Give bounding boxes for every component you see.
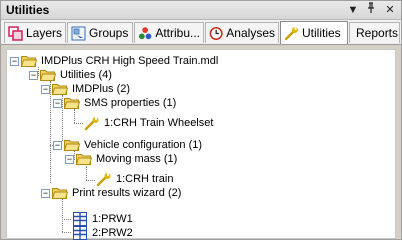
folder-open-icon	[40, 70, 56, 81]
tree-node-vehicle-configuration[interactable]: − Vehicle configuration (1)	[53, 138, 203, 152]
tree-node-prw1[interactable]: 1:PRW1	[72, 212, 134, 226]
tree-node-label: Moving mass (1)	[96, 153, 178, 165]
close-button[interactable]: ✕	[383, 2, 397, 18]
utilities-icon	[284, 26, 298, 40]
folder-open-icon	[64, 140, 80, 151]
collapse-toggle[interactable]: −	[65, 154, 74, 164]
groups-icon	[71, 26, 86, 40]
analyses-icon	[209, 26, 223, 40]
tree-connector	[62, 232, 71, 233]
tree-node-sms-properties[interactable]: − SMS properties (1)	[53, 96, 177, 110]
folder-open-icon	[52, 84, 68, 95]
tab-layers-label: Layers	[25, 26, 62, 40]
tree-node-print-results-wizard[interactable]: − Print results wizard (2)	[41, 186, 182, 200]
tree-connector	[62, 219, 71, 220]
attributes-icon	[138, 26, 152, 39]
collapse-toggle[interactable]: −	[29, 70, 38, 80]
wrench-icon	[84, 116, 99, 130]
collapse-toggle[interactable]: −	[53, 140, 62, 150]
tab-utilities[interactable]: Utilities	[280, 21, 348, 44]
panel-menu-button[interactable]: ▼	[346, 2, 360, 18]
tab-utilities-label: Utilities	[302, 26, 341, 40]
utilities-panel: Utilities ▼ ✕ Layers Groups Attribu... A…	[0, 0, 402, 240]
tree-node-label: Vehicle configuration (1)	[84, 139, 203, 151]
tree-node-utilities[interactable]: − Utilities (4)	[29, 68, 113, 82]
tree-connector	[86, 180, 95, 181]
tree-node-label: 2:PRW2	[92, 227, 133, 239]
tree-connector	[86, 166, 87, 180]
folder-open-icon	[64, 98, 80, 109]
tab-attributes-label: Attribu...	[155, 26, 200, 40]
tree-node-imdplus[interactable]: − IMDPlus (2)	[41, 82, 131, 96]
folder-open-icon	[21, 56, 37, 67]
collapse-toggle[interactable]: −	[10, 56, 19, 66]
folder-open-icon	[76, 154, 92, 165]
tab-groups[interactable]: Groups	[67, 22, 133, 43]
layers-icon	[8, 25, 23, 41]
tree-node-prw2[interactable]: 2:PRW2	[72, 226, 134, 240]
tree-node-moving-mass[interactable]: − Moving mass (1)	[65, 152, 178, 166]
tree-node-root[interactable]: − IMDPlus CRH High Speed Train.mdl	[10, 54, 219, 68]
tree-node-label: Print results wizard (2)	[72, 187, 182, 199]
tab-analyses-label: Analyses	[226, 26, 275, 40]
tree-node-label: SMS properties (1)	[84, 97, 177, 109]
tree-node-label: IMDPlus (2)	[72, 83, 131, 95]
tab-layers[interactable]: Layers	[4, 22, 66, 43]
tab-strip: Layers Groups Attribu... Analyses Utilit…	[1, 20, 401, 45]
panel-title: Utilities	[6, 3, 50, 17]
tree-connector	[74, 123, 83, 124]
tree-node-crh-train-wheelset[interactable]: 1:CRH Train Wheelset	[84, 116, 214, 130]
tree-node-label: Utilities (4)	[60, 69, 112, 81]
collapse-toggle[interactable]: −	[53, 98, 62, 108]
tab-reports[interactable]: Reports	[349, 22, 400, 43]
tree-node-crh-train[interactable]: 1:CRH train	[96, 172, 174, 186]
tab-groups-label: Groups	[89, 26, 129, 40]
pin-icon	[368, 2, 374, 13]
report-icon	[73, 212, 87, 226]
panel-titlebar: Utilities ▼ ✕	[1, 1, 401, 20]
tree-node-label: IMDPlus CRH High Speed Train.mdl	[41, 55, 219, 67]
folder-open-icon	[52, 188, 68, 199]
tree-node-label: 1:CRH train	[116, 173, 174, 185]
tab-attributes[interactable]: Attribu...	[134, 22, 204, 43]
tree-connector	[50, 81, 51, 183]
collapse-toggle[interactable]: −	[41, 188, 50, 198]
tab-reports-label: Reports	[356, 26, 399, 40]
wrench-icon	[96, 172, 111, 186]
report-icon	[73, 226, 87, 240]
tree-connector	[74, 109, 75, 123]
tree-node-label: 1:PRW1	[92, 213, 133, 225]
tree-node-label: 1:CRH Train Wheelset	[104, 117, 214, 129]
pin-button[interactable]	[364, 2, 378, 18]
utilities-tree: − IMDPlus CRH High Speed Train.mdl − Uti…	[6, 49, 396, 240]
collapse-toggle[interactable]: −	[41, 84, 50, 94]
tab-analyses[interactable]: Analyses	[205, 22, 279, 43]
